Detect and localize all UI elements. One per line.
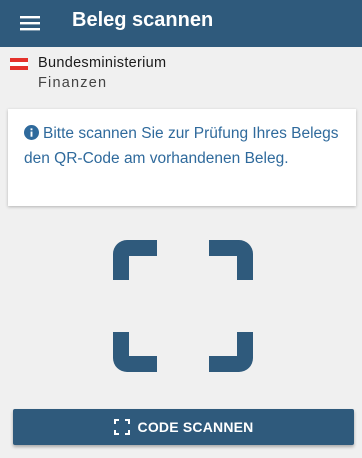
info-message-container: Bitte scannen Sie zur Prüfung Ihres Bele… — [24, 121, 344, 171]
logo-text-line1: Bundesministerium — [38, 55, 167, 71]
code-scan-button[interactable]: CODE SCANNEN — [13, 409, 354, 445]
page-title: Beleg scannen — [72, 9, 214, 31]
info-icon — [24, 125, 39, 140]
qr-viewfinder-icon — [113, 240, 253, 372]
logo-text-line2: Finanzen — [38, 75, 108, 91]
menu-button[interactable] — [14, 9, 46, 37]
info-card: Bitte scannen Sie zur Prüfung Ihres Bele… — [8, 109, 356, 206]
ministry-logo: Bundesministerium Finanzen — [0, 47, 362, 97]
scan-frame-icon — [113, 419, 130, 435]
main-content: Bitte scannen Sie zur Prüfung Ihres Bele… — [0, 97, 362, 458]
info-message: Bitte scannen Sie zur Prüfung Ihres Bele… — [24, 125, 339, 167]
hamburger-menu-icon — [20, 16, 40, 31]
app-bar: Beleg scannen — [0, 0, 362, 47]
austria-flag-icon — [10, 58, 28, 70]
code-scan-button-label: CODE SCANNEN — [137, 419, 254, 435]
